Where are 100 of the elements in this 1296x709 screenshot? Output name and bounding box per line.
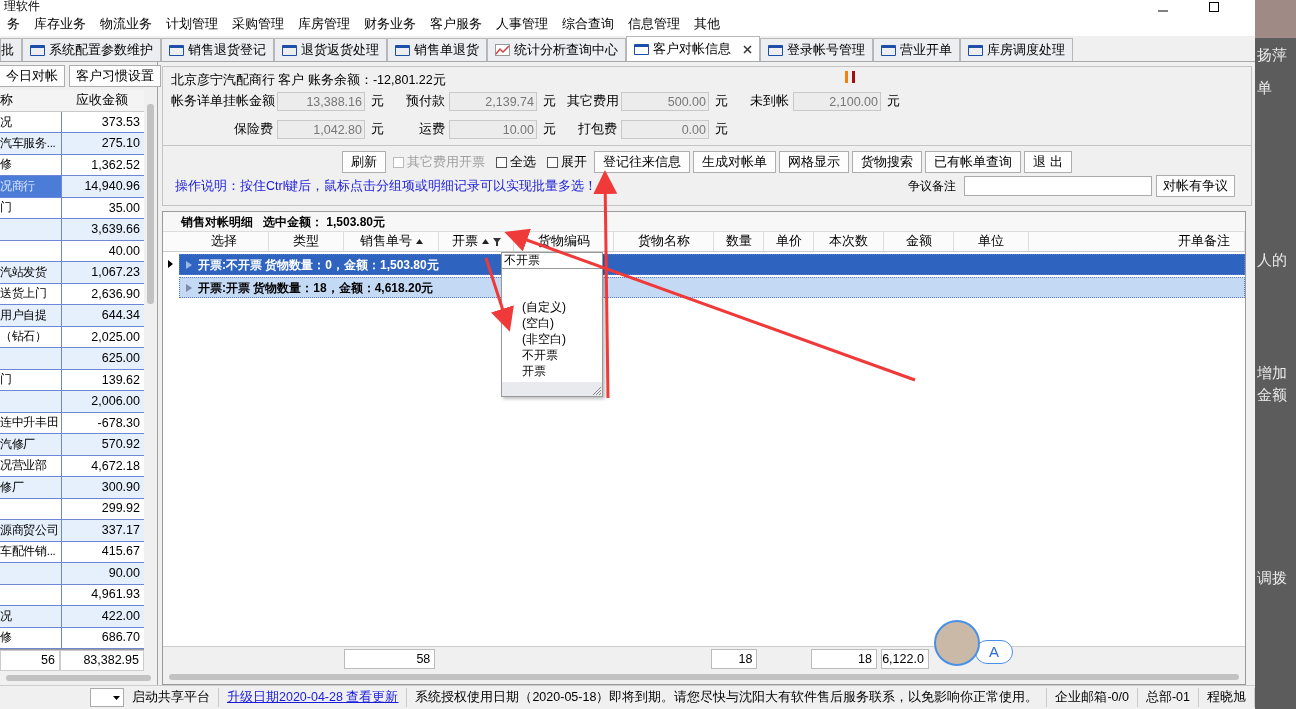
menu-item[interactable]: 采购管理 xyxy=(225,14,291,34)
sort-ascending-icon[interactable] xyxy=(481,239,489,244)
dispute-button[interactable]: 对帐有争议 xyxy=(1156,175,1235,197)
value-field[interactable]: 0.00 xyxy=(621,119,709,139)
column-header[interactable]: 本次数 xyxy=(814,232,884,251)
dispute-input[interactable] xyxy=(964,176,1152,196)
expand-icon[interactable] xyxy=(186,283,192,292)
expand-icon[interactable] xyxy=(186,260,192,269)
tab[interactable]: 登录帐号管理 xyxy=(760,38,873,61)
column-header[interactable]: 类型 xyxy=(269,232,344,251)
column-header[interactable]: 单位 xyxy=(954,232,1029,251)
toolbar-button[interactable]: 今日对帐 xyxy=(0,65,65,87)
sum-field: 58 xyxy=(344,648,436,669)
customer-name[interactable]: 连中升丰田 xyxy=(0,412,62,434)
chat-bubble[interactable]: A xyxy=(975,640,1013,664)
column-header[interactable]: 单价 xyxy=(764,232,814,251)
menu-item[interactable]: 财务业务 xyxy=(357,14,423,34)
column-header[interactable]: 货物名称 xyxy=(614,232,714,251)
customer-name[interactable]: 修 xyxy=(0,627,62,648)
customer-name[interactable]: 汽车服务... xyxy=(0,133,62,154)
checkbox[interactable]: 全选 xyxy=(492,152,541,172)
checkbox[interactable]: 展开 xyxy=(543,152,592,172)
customer-name[interactable]: 修厂 xyxy=(0,477,62,498)
sort-ascending-icon[interactable] xyxy=(415,239,423,244)
vertical-scrollbar[interactable] xyxy=(144,90,157,671)
column-header[interactable]: 选择 xyxy=(179,232,269,251)
toolbar-button[interactable]: 退 出 xyxy=(1024,151,1072,173)
amount-cell-text: 686.70 xyxy=(100,629,141,647)
tab[interactable]: 营业开单 xyxy=(873,38,960,61)
menu-item[interactable]: 人事管理 xyxy=(489,14,555,34)
customer-name[interactable]: 送货上门 xyxy=(0,283,62,305)
tab[interactable]: 系统配置参数维护 xyxy=(22,38,161,61)
menu-item[interactable]: 物流业务 xyxy=(93,14,159,34)
toolbar-button[interactable]: 生成对帐单 xyxy=(693,151,777,173)
customer-name[interactable]: 门 xyxy=(0,369,62,391)
column-header[interactable]: 金额 xyxy=(884,232,954,251)
toolbar-button[interactable]: 网格显示 xyxy=(779,151,850,173)
value-field[interactable]: 13,388.16 xyxy=(277,91,365,111)
toolbar-button[interactable]: 客户习惯设置 xyxy=(69,65,161,87)
tab[interactable]: 客户对帐信息 xyxy=(626,36,760,61)
toolbar-button[interactable]: 已有帐单查询 xyxy=(925,151,1022,173)
column-header[interactable]: 销售单号 xyxy=(344,232,439,251)
toolbar-button[interactable]: 刷新 xyxy=(342,151,387,173)
dropdown-option[interactable]: 开票 xyxy=(502,363,602,379)
menu-item[interactable]: 库房管理 xyxy=(291,14,357,34)
menu-item[interactable]: 信息管理 xyxy=(621,14,687,34)
menu-item[interactable]: 计划管理 xyxy=(159,14,225,34)
customer-name[interactable]: 况营业部 xyxy=(0,455,62,477)
tab[interactable]: 统计分析查询中心 xyxy=(487,38,626,61)
customer-name[interactable]: 况 xyxy=(0,606,62,627)
tab[interactable]: 退货返货处理 xyxy=(274,38,387,61)
customer-name[interactable]: （钻石） xyxy=(0,326,62,348)
sum-field: 6,122.0 xyxy=(880,648,929,669)
column-header[interactable]: 应收金额 xyxy=(60,90,144,111)
dropdown-option[interactable]: (自定义) xyxy=(502,299,602,315)
menu-item[interactable]: 务 xyxy=(0,14,27,34)
amount-cell-text: 1,067.23 xyxy=(90,264,141,282)
column-header[interactable]: 开票 xyxy=(439,232,514,251)
menu-item[interactable]: 其他 xyxy=(687,14,727,34)
maximize-icon[interactable] xyxy=(1209,2,1219,12)
close-icon[interactable] xyxy=(743,44,752,54)
dropdown-option[interactable]: 不开票 xyxy=(502,347,602,363)
customer-name[interactable]: 门 xyxy=(0,197,62,219)
column-header[interactable]: 开单备注 xyxy=(1029,232,1245,251)
tab[interactable]: 库房调度处理 xyxy=(960,38,1073,61)
tab[interactable]: 批 xyxy=(0,38,22,61)
value-field[interactable]: 2,100.00 xyxy=(793,91,881,111)
filter-icon[interactable] xyxy=(492,237,501,246)
column-header[interactable]: 数量 xyxy=(714,232,764,251)
value-field[interactable]: 10.00 xyxy=(449,119,537,139)
customer-name[interactable]: 汽站发货 xyxy=(0,262,62,283)
column-header[interactable]: 称 xyxy=(0,90,60,111)
customer-name[interactable]: 用户自提 xyxy=(0,305,62,326)
tab[interactable]: 销售单退货 xyxy=(387,38,487,61)
menu-item[interactable]: 客户服务 xyxy=(423,14,489,34)
customer-name[interactable]: 车配件销... xyxy=(0,541,62,563)
filter-search-field[interactable]: 不开票 xyxy=(502,253,602,269)
menu-item[interactable]: 综合查询 xyxy=(555,14,621,34)
dropdown-option[interactable]: (空白) xyxy=(502,315,602,331)
unit-label: 元 xyxy=(542,120,557,138)
toolbar-button[interactable]: 登记往来信息 xyxy=(594,151,691,173)
toolbar-button[interactable]: 货物搜索 xyxy=(852,151,923,173)
customer-name[interactable]: 汽修厂 xyxy=(0,434,62,455)
horizontal-scrollbar[interactable] xyxy=(0,671,157,685)
amount-cell-text: 415.67 xyxy=(100,543,141,561)
dropdown-option[interactable]: (非空白) xyxy=(502,331,602,347)
horizontal-scrollbar[interactable] xyxy=(163,670,1245,684)
combo-field[interactable] xyxy=(90,688,124,707)
customer-name[interactable]: 况 xyxy=(0,111,62,133)
menu-item[interactable]: 库存业务 xyxy=(27,14,93,34)
update-link[interactable]: 升级日期2020-04-28 查看更新 xyxy=(219,688,408,707)
value-field[interactable]: 2,139.74 xyxy=(449,91,537,111)
tab[interactable]: 销售退货登记 xyxy=(161,38,274,61)
customer-name[interactable]: 源商贸公司 xyxy=(0,520,62,541)
customer-name[interactable]: 修 xyxy=(0,154,62,176)
resize-grip-icon[interactable] xyxy=(592,386,602,396)
avatar-placeholder[interactable] xyxy=(934,620,980,666)
value-field[interactable]: 500.00 xyxy=(621,91,709,111)
customer-name[interactable]: 况商行 xyxy=(0,176,62,197)
value-field[interactable]: 1,042.80 xyxy=(277,119,365,139)
